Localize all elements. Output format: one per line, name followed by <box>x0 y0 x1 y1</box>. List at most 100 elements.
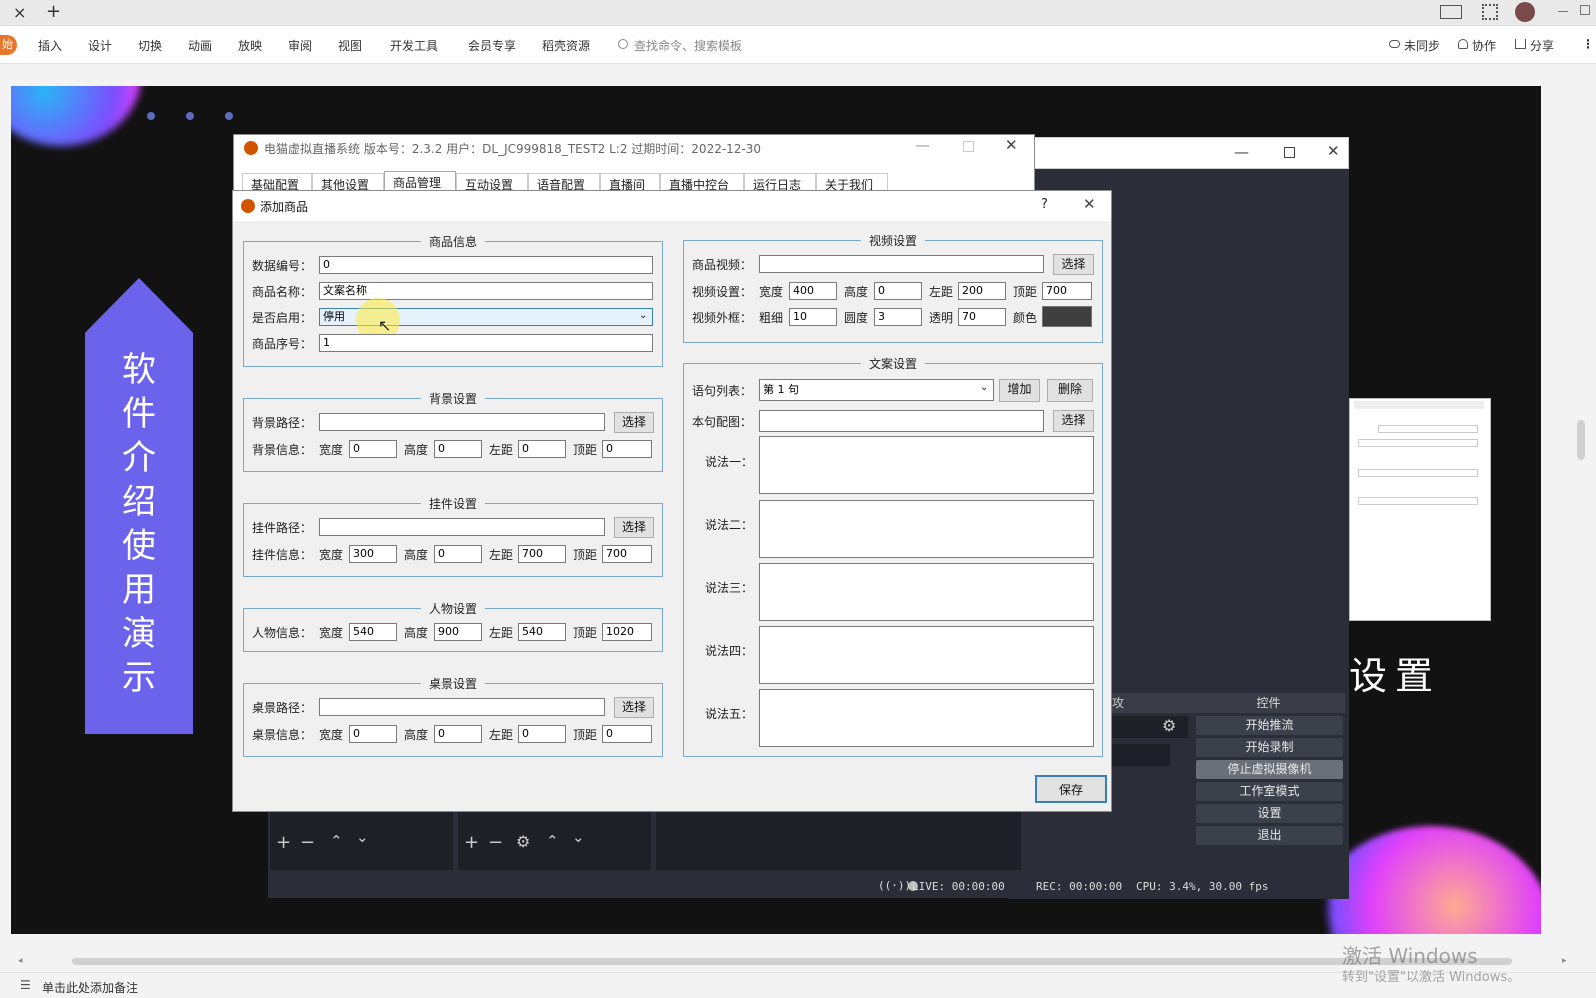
source-down-icon[interactable]: ⌄ <box>572 828 585 846</box>
person-l-field[interactable]: 540 <box>518 623 566 641</box>
video-l-field[interactable]: 200 <box>958 282 1006 300</box>
minimize-icon[interactable]: — <box>1234 145 1249 160</box>
desk-path-field[interactable] <box>319 698 605 716</box>
bg-l-field[interactable]: 0 <box>518 440 566 458</box>
sync-status[interactable]: 未同步 <box>1404 37 1440 54</box>
move-down-icon[interactable]: ⌄ <box>356 828 369 846</box>
scrollbar-thumb[interactable] <box>72 958 1512 965</box>
minimize-icon[interactable]: — <box>915 138 930 153</box>
remove-source-icon[interactable]: − <box>488 832 503 853</box>
menu-view[interactable]: 视图 <box>338 37 362 54</box>
video-w-field[interactable]: 400 <box>789 282 837 300</box>
phrase2-textarea[interactable] <box>759 500 1094 558</box>
thick-field[interactable]: 10 <box>789 308 837 326</box>
share-button[interactable]: 分享 <box>1530 37 1554 54</box>
chevron-down-icon[interactable]: ⌄ <box>980 382 988 393</box>
menu-transition[interactable]: 切换 <box>138 37 162 54</box>
source-gear-icon[interactable]: ⚙ <box>516 832 530 851</box>
bg-t-field[interactable]: 0 <box>602 440 652 458</box>
menu-slideshow[interactable]: 放映 <box>238 37 262 54</box>
avatar[interactable] <box>1515 2 1535 22</box>
notes-placeholder[interactable]: 单击此处添加备注 <box>42 979 138 996</box>
start-recording-button[interactable]: 开始录制 <box>1196 738 1343 757</box>
add-scene-icon[interactable]: + <box>276 832 291 853</box>
video-path-field[interactable] <box>759 255 1044 273</box>
phrase1-textarea[interactable] <box>759 436 1094 494</box>
maximize-icon[interactable] <box>1284 147 1295 158</box>
person-w-field[interactable]: 540 <box>349 623 397 641</box>
desk-l-field[interactable]: 0 <box>518 725 566 743</box>
remove-scene-icon[interactable]: − <box>300 832 315 853</box>
bg-h-field[interactable]: 0 <box>434 440 482 458</box>
duration-input[interactable] <box>1108 744 1170 766</box>
restore-icon[interactable] <box>1580 5 1590 15</box>
add-sentence-button[interactable]: 增加 <box>999 379 1040 402</box>
person-h-field[interactable]: 900 <box>434 623 482 641</box>
bg-path-field[interactable] <box>319 413 605 431</box>
desk-h-field[interactable]: 0 <box>434 725 482 743</box>
chevron-down-icon[interactable]: ⌄ <box>639 310 647 321</box>
desk-w-field[interactable]: 0 <box>349 725 397 743</box>
menu-insert[interactable]: 插入 <box>38 37 62 54</box>
name-field[interactable]: 文案名称 <box>319 282 653 300</box>
pendant-w-field[interactable]: 300 <box>349 545 397 563</box>
transition-gear-icon[interactable]: ⚙ <box>1162 716 1176 735</box>
color-swatch[interactable] <box>1042 306 1092 327</box>
sentence-image-field[interactable] <box>759 410 1044 432</box>
person-t-field[interactable]: 1020 <box>602 623 652 641</box>
pendant-h-field[interactable]: 0 <box>434 545 482 563</box>
start-tab[interactable]: 始 <box>0 35 17 55</box>
vertical-scrollbar[interactable] <box>1577 420 1585 460</box>
maximize-icon[interactable] <box>963 141 974 152</box>
add-source-icon[interactable]: + <box>464 832 479 853</box>
close-tab-icon[interactable]: × <box>13 3 26 22</box>
stop-virtual-camera-button[interactable]: 停止虚拟摄像机 <box>1196 760 1343 779</box>
close-icon[interactable]: ✕ <box>1327 144 1340 159</box>
studio-mode-button[interactable]: 工作室模式 <box>1196 782 1343 801</box>
alpha-field[interactable]: 70 <box>958 308 1006 326</box>
radius-field[interactable]: 3 <box>874 308 922 326</box>
save-button[interactable]: 保存 <box>1035 775 1107 803</box>
more-icon[interactable]: ⋮ <box>1582 37 1594 51</box>
menu-animation[interactable]: 动画 <box>188 37 212 54</box>
exit-button[interactable]: 退出 <box>1196 826 1343 845</box>
minimize-icon[interactable] <box>1558 11 1568 12</box>
menu-daoke[interactable]: 稻壳资源 <box>542 37 590 54</box>
bg-choose-button[interactable]: 选择 <box>614 412 654 433</box>
move-up-icon[interactable]: ⌃ <box>330 832 343 850</box>
pendant-l-field[interactable]: 700 <box>518 545 566 563</box>
menu-review[interactable]: 审阅 <box>288 37 312 54</box>
pendant-t-field[interactable]: 700 <box>602 545 652 563</box>
sentence-select[interactable]: 第 1 句 <box>759 379 994 401</box>
phrase3-textarea[interactable] <box>759 563 1094 621</box>
scroll-right-icon[interactable]: ▸ <box>1562 956 1567 966</box>
pendant-path-field[interactable] <box>319 518 605 536</box>
menu-dev-tools[interactable]: 开发工具 <box>390 37 438 54</box>
desk-t-field[interactable]: 0 <box>602 725 652 743</box>
pendant-choose-button[interactable]: 选择 <box>614 517 654 538</box>
close-icon[interactable]: ✕ <box>1083 197 1096 212</box>
collab-button[interactable]: 协作 <box>1472 37 1496 54</box>
apps-grid-icon[interactable] <box>1482 4 1498 20</box>
help-icon[interactable]: ? <box>1041 197 1048 212</box>
desk-choose-button[interactable]: 选择 <box>614 697 654 718</box>
source-up-icon[interactable]: ⌃ <box>546 832 559 850</box>
close-icon[interactable]: ✕ <box>1005 138 1018 153</box>
video-h-field[interactable]: 0 <box>874 282 922 300</box>
seq-field[interactable]: 1 <box>319 334 653 352</box>
settings-button[interactable]: 设置 <box>1196 804 1343 823</box>
scroll-left-icon[interactable]: ◂ <box>18 956 23 966</box>
bg-w-field[interactable]: 0 <box>349 440 397 458</box>
phrase5-textarea[interactable] <box>759 689 1094 747</box>
menu-design[interactable]: 设计 <box>88 37 112 54</box>
start-streaming-button[interactable]: 开始推流 <box>1196 716 1343 735</box>
menu-member[interactable]: 会员专享 <box>468 37 516 54</box>
new-tab-icon[interactable]: + <box>46 1 61 22</box>
layout-icon[interactable] <box>1440 5 1462 19</box>
delete-sentence-button[interactable]: 删除 <box>1047 379 1093 402</box>
video-t-field[interactable]: 700 <box>1042 282 1092 300</box>
video-choose-button[interactable]: 选择 <box>1053 254 1094 275</box>
search-input[interactable]: 查找命令、搜索模板 <box>634 37 742 54</box>
id-field[interactable]: 0 <box>319 256 653 274</box>
image-choose-button[interactable]: 选择 <box>1053 410 1094 432</box>
